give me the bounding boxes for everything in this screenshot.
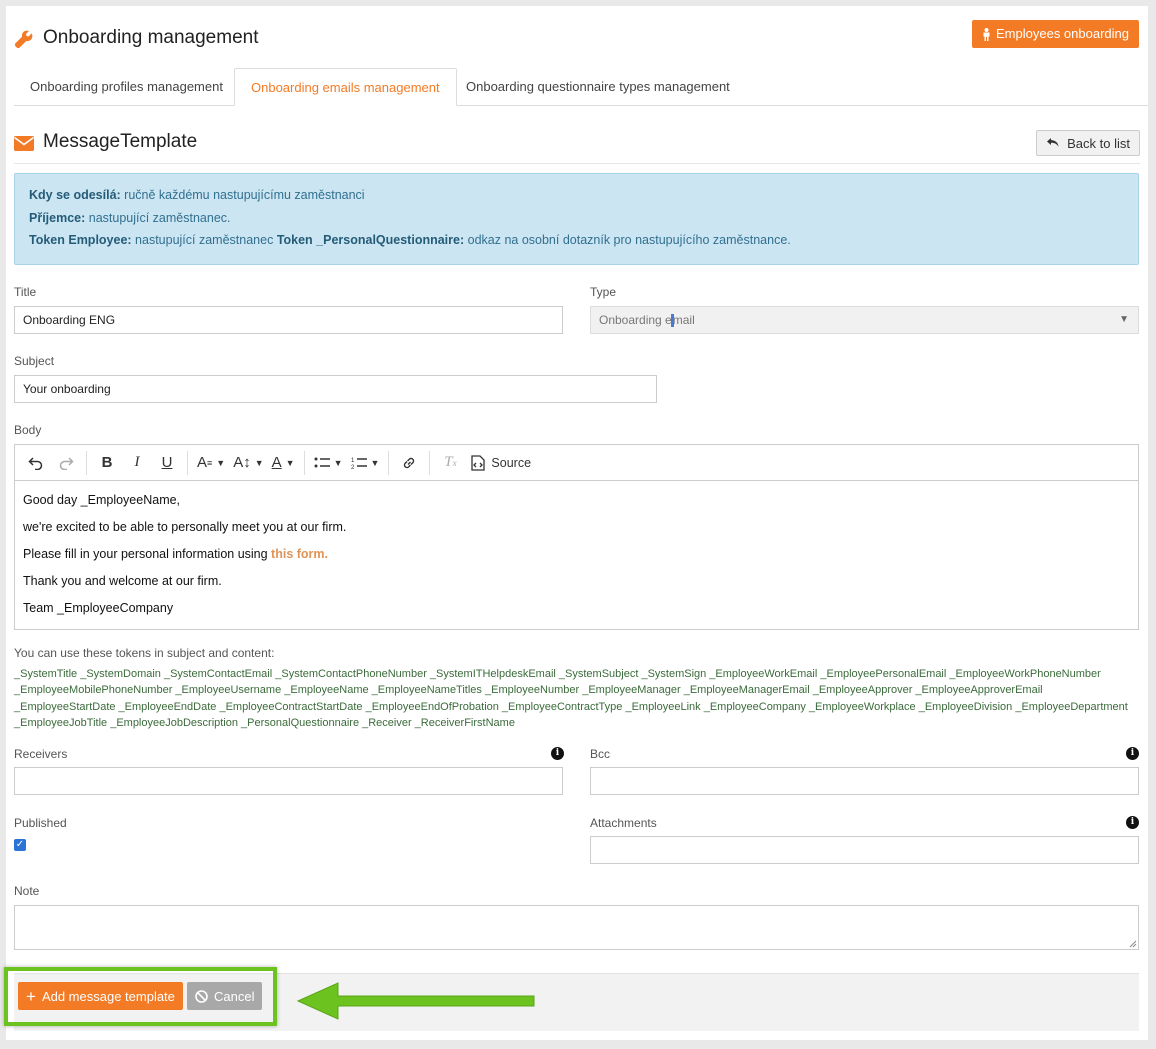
add-message-template-label: Add message template	[41, 988, 175, 1004]
link-icon[interactable]	[396, 450, 422, 476]
info-alert: Kdy se odesílá: ručně každému nastupujíc…	[14, 173, 1139, 265]
info-icon[interactable]: i	[1126, 747, 1139, 760]
receivers-input[interactable]	[14, 767, 563, 795]
note-label: Note	[14, 884, 40, 898]
person-icon	[983, 27, 990, 41]
tab-bar: Onboarding profiles management Onboardin…	[14, 68, 1148, 106]
redo-icon[interactable]	[53, 450, 79, 476]
page-header: Onboarding management Employees onboardi…	[14, 20, 1140, 58]
alert-label-token-questionnaire: Token _PersonalQuestionnaire:	[276, 233, 465, 247]
alert-label-recipient: Příjemce:	[29, 210, 86, 225]
editor-toolbar: B I U A ≡ ▼ A↕ ▼ A ▼ ▼ 1 2 ▼ Tx Source	[15, 445, 1138, 481]
body-line: Please fill in your personal information…	[23, 541, 1130, 568]
attachments-input[interactable]	[590, 836, 1139, 864]
alert-text-token-employee: nastupující zaměstnanec	[131, 233, 277, 247]
type-value-part2: mail	[672, 313, 695, 327]
source-button[interactable]: Source	[467, 450, 533, 476]
section-header: MessageTemplate Back to list	[14, 128, 1140, 164]
wrench-icon	[14, 30, 33, 49]
alert-label-token-employee: Token Employee:	[29, 233, 132, 247]
bcc-label: Bcc	[590, 747, 611, 761]
toolbar-separator	[86, 450, 87, 475]
page-title: Onboarding management	[43, 27, 259, 48]
bulleted-list-icon[interactable]: ▼	[312, 450, 345, 476]
source-icon	[471, 454, 486, 471]
back-to-list-label: Back to list	[1067, 135, 1130, 151]
alert-text-recipient: nastupující zaměstnanec.	[85, 210, 231, 225]
svg-text:2: 2	[351, 465, 355, 470]
ban-icon	[195, 989, 208, 1003]
body-label: Body	[14, 423, 42, 437]
employees-onboarding-button[interactable]: Employees onboarding	[972, 20, 1139, 48]
font-color-icon[interactable]: A ▼	[270, 450, 297, 476]
undo-arrow-icon	[1047, 138, 1059, 147]
rich-text-editor[interactable]: B I U A ≡ ▼ A↕ ▼ A ▼ ▼ 1 2 ▼ Tx Source G…	[14, 444, 1139, 630]
body-line: we're excited to be able to personally m…	[23, 520, 347, 534]
toolbar-separator	[303, 450, 305, 475]
toolbar-separator	[388, 450, 390, 475]
published-label: Published	[14, 816, 67, 830]
tab-questionnaire-types[interactable]: Onboarding questionnaire types managemen…	[450, 68, 746, 106]
type-label: Type	[590, 285, 617, 299]
plus-icon: +	[26, 986, 36, 1006]
published-checkbox[interactable]: ✓	[14, 839, 26, 851]
alert-text-token-questionnaire: odkaz na osobní dotazník pro nastupující…	[464, 233, 791, 247]
tokens-intro: You can use these tokens in subject and …	[14, 646, 275, 660]
receivers-label: Receivers	[14, 747, 68, 761]
subject-label: Subject	[14, 354, 55, 368]
numbered-list-icon[interactable]: 1 2 ▼	[349, 450, 382, 476]
attachments-label: Attachments	[590, 816, 657, 830]
info-icon[interactable]: i	[1126, 816, 1139, 829]
tab-onboarding-emails[interactable]: Onboarding emails management	[234, 68, 457, 106]
body-line: Team _EmployeeCompany	[23, 601, 174, 615]
font-size-icon[interactable]: A↕ ▼	[231, 450, 265, 476]
bcc-input[interactable]	[590, 767, 1139, 795]
main-card: Onboarding management Employees onboardi…	[6, 6, 1148, 1040]
tokens-list: _SystemTitle _SystemDomain _SystemContac…	[14, 668, 1128, 729]
type-select[interactable]: Onboarding email ▼	[590, 306, 1139, 334]
bold-icon[interactable]: B	[94, 450, 120, 476]
alert-line-when: Kdy se odesílá: ručně každému nastupujíc…	[29, 188, 1124, 211]
source-label: Source	[491, 455, 532, 470]
note-textarea[interactable]	[14, 905, 1139, 950]
cancel-label: Cancel	[214, 988, 255, 1004]
alert-label-when: Kdy se odesílá:	[29, 188, 121, 202]
info-icon[interactable]: i	[551, 747, 564, 760]
italic-icon[interactable]: I	[124, 450, 150, 476]
employees-onboarding-label: Employees onboarding	[996, 26, 1129, 41]
font-family-icon[interactable]: A ≡ ▼	[195, 450, 227, 476]
envelope-icon	[14, 136, 34, 151]
alert-text-when: ručně každému nastupujícímu zaměstnanci	[120, 188, 365, 202]
title-input[interactable]: Onboarding ENG	[14, 306, 563, 334]
caret-down-icon: ▼	[1119, 314, 1129, 325]
form-link[interactable]: this form.	[271, 547, 328, 561]
tab-onboarding-profiles[interactable]: Onboarding profiles management	[14, 68, 239, 106]
body-line-text: Please fill in your personal information…	[23, 547, 272, 561]
toolbar-separator	[429, 450, 431, 475]
section-title: MessageTemplate	[43, 131, 198, 152]
editor-content[interactable]: Good day _EmployeeName, we're excited to…	[15, 481, 1138, 628]
alert-line-recipient: Příjemce: nastupující zaměstnanec.	[29, 211, 1124, 234]
type-value-part1: Onboarding e	[599, 313, 672, 327]
svg-text:1: 1	[351, 458, 355, 464]
title-label: Title	[14, 285, 37, 299]
body-line: Good day _EmployeeName,	[23, 493, 181, 507]
body-line: Thank you and welcome at our firm.	[23, 574, 222, 588]
back-to-list-button[interactable]: Back to list	[1036, 130, 1140, 156]
subject-input[interactable]: Your onboarding	[14, 375, 657, 403]
toolbar-separator	[187, 450, 188, 475]
alert-line-tokens: Token Employee: nastupující zaměstnanec …	[29, 233, 1124, 256]
underline-icon[interactable]: U	[154, 450, 180, 476]
pointer-arrow	[296, 982, 535, 1020]
remove-format-icon[interactable]: Tx	[437, 450, 463, 476]
add-message-template-button[interactable]: + Add message template	[18, 982, 183, 1010]
resize-grip-icon[interactable]	[1129, 940, 1137, 948]
undo-icon[interactable]	[23, 450, 49, 476]
cancel-button[interactable]: Cancel	[187, 982, 263, 1010]
